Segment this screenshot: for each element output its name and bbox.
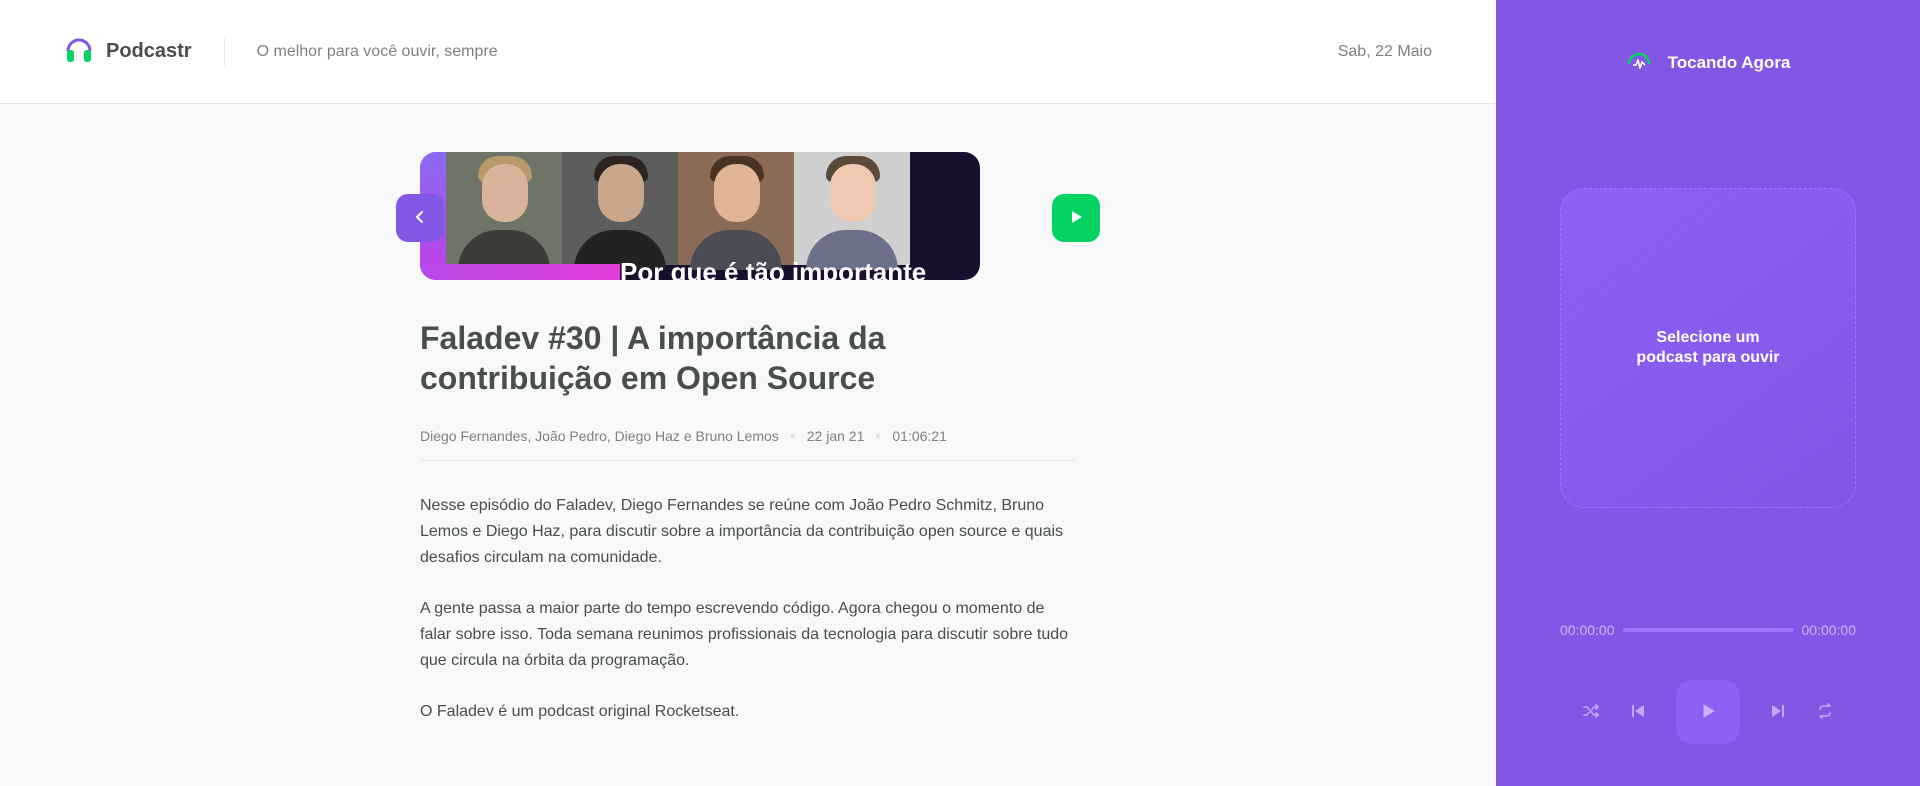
thumbnail-person: [562, 152, 678, 270]
back-button[interactable]: [396, 194, 444, 242]
empty-message-line1: Selecione um: [1656, 329, 1760, 346]
thumbnail-caption: Por que é tão importante: [620, 257, 927, 280]
play-button[interactable]: [1676, 680, 1740, 744]
now-playing-label: Tocando Agora: [1667, 52, 1791, 72]
current-time: 00:00:00: [1560, 622, 1615, 638]
shuffle-icon: [1582, 702, 1600, 723]
chevron-left-icon: [413, 207, 427, 230]
thumbnail-person: [678, 152, 794, 270]
episode-description: Nesse episódio do Faladev, Diego Fernand…: [420, 493, 1076, 725]
episode-meta: Diego Fernandes, João Pedro, Diego Haz e…: [420, 428, 1076, 461]
episode-members: Diego Fernandes, João Pedro, Diego Haz e…: [420, 428, 779, 444]
app-header: Podcastr O melhor para você ouvir, sempr…: [0, 0, 1496, 104]
episode-thumbnail: Por que é tão importante: [420, 152, 980, 280]
shuffle-button[interactable]: [1582, 702, 1600, 723]
main-content: Podcastr O melhor para você ouvir, sempr…: [0, 0, 1496, 786]
empty-player-placeholder: Selecione um podcast para ouvir: [1560, 188, 1856, 508]
logo-text: Podcastr: [106, 40, 192, 62]
thumbnail-accent-bottom: [420, 264, 620, 280]
episode-published-at: 22 jan 21: [806, 428, 865, 444]
next-button[interactable]: [1770, 703, 1786, 722]
play-icon: [1068, 209, 1084, 228]
description-paragraph: A gente passa a maior parte do tempo esc…: [420, 600, 1069, 669]
now-playing-icon: [1626, 50, 1652, 75]
progress-bar[interactable]: [1622, 628, 1794, 632]
play-episode-button[interactable]: [1052, 194, 1100, 242]
episode-duration: 01:06:21: [892, 428, 947, 444]
player-header: Tocando Agora: [1496, 50, 1920, 75]
current-date: Sab, 22 Maio: [1337, 42, 1432, 60]
episode-details: Por que é tão importante Faladev #30 | A…: [396, 152, 1100, 750]
logo[interactable]: Podcastr: [64, 34, 192, 69]
thumbnail-container: Por que é tão importante: [396, 152, 1100, 280]
episode-title: Faladev #30 | A importância da contribui…: [420, 320, 886, 396]
progress-section: 00:00:00 00:00:00: [1560, 622, 1856, 638]
description-paragraph: O Faladev é um podcast original Rocketse…: [420, 703, 740, 720]
repeat-icon: [1816, 702, 1834, 723]
player-controls: [1560, 680, 1856, 744]
meta-separator: [876, 434, 881, 438]
header-divider: [223, 37, 225, 66]
empty-message-line2: podcast para ouvir: [1636, 349, 1780, 366]
headphones-icon: [64, 34, 94, 69]
meta-separator: [790, 434, 795, 438]
total-time: 00:00:00: [1801, 622, 1857, 638]
repeat-button[interactable]: [1816, 702, 1834, 723]
player-panel: Tocando Agora Selecione um podcast para …: [1496, 0, 1920, 786]
previous-icon: [1630, 703, 1646, 722]
previous-button[interactable]: [1630, 703, 1646, 722]
thumbnail-person: [446, 152, 562, 270]
next-icon: [1770, 703, 1786, 722]
tagline: O melhor para você ouvir, sempre: [256, 42, 498, 60]
thumbnail-person: [794, 152, 910, 270]
description-paragraph: Nesse episódio do Faladev, Diego Fernand…: [420, 497, 1064, 566]
play-icon: [1699, 702, 1717, 723]
